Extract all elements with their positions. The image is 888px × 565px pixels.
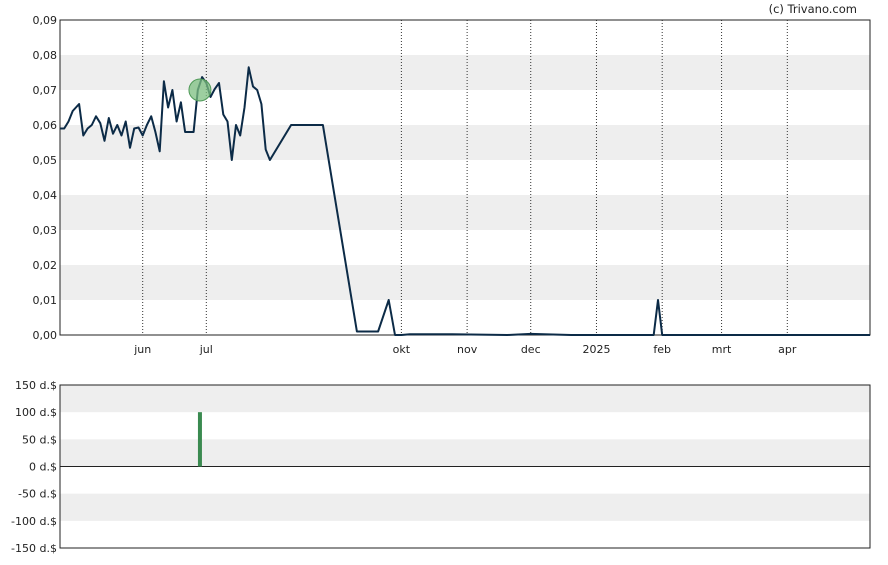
price-band bbox=[60, 195, 870, 230]
x-tick-label: mrt bbox=[712, 343, 732, 356]
y-tick-label: 0,06 bbox=[33, 119, 58, 132]
volume-y-tick-label: 50 d.$ bbox=[22, 433, 57, 446]
volume-bar bbox=[197, 412, 202, 467]
y-tick-label: 0,00 bbox=[33, 329, 58, 342]
volume-y-tick-label: -50 d.$ bbox=[18, 488, 57, 501]
x-tick-label: jun bbox=[133, 343, 151, 356]
price-band bbox=[60, 265, 870, 300]
volume-y-tick-label: -150 d.$ bbox=[11, 542, 57, 555]
volume-y-tick-label: 150 d.$ bbox=[15, 379, 57, 392]
x-tick-label: nov bbox=[457, 343, 478, 356]
chart-canvas: 0,00 0,01 0,02 0,03 0,04 0,05 0,06 0,07 0,08 0,09… bbox=[11, 2, 871, 555]
volume-band bbox=[60, 385, 870, 413]
y-tick-label: 0,01 bbox=[33, 294, 58, 307]
y-tick-label: 0,03 bbox=[33, 224, 58, 237]
volume-y-tick-label: 0 d.$ bbox=[29, 461, 57, 474]
volume-chart: 150 d.$ 100 d.$ 50 d.$ 0 d.$ -50 d.$ -100 d.$… bbox=[11, 379, 871, 555]
y-tick-label: 0,04 bbox=[33, 189, 58, 202]
y-tick-label: 0,02 bbox=[33, 259, 58, 272]
volume-band bbox=[60, 439, 870, 467]
x-tick-label: okt bbox=[393, 343, 411, 356]
price-chart-bands bbox=[60, 55, 870, 300]
volume-chart-bars bbox=[197, 412, 202, 467]
price-chart-y-axis: 0,00 0,01 0,02 0,03 0,04 0,05 0,06 0,07 0,08 0,09 bbox=[33, 14, 58, 342]
trade-marker bbox=[188, 78, 212, 102]
x-tick-label: 2025 bbox=[582, 343, 610, 356]
volume-chart-bands bbox=[60, 385, 870, 521]
credit-text: (c) Trivano.com bbox=[769, 2, 857, 16]
price-chart-markers bbox=[188, 78, 212, 102]
y-tick-label: 0,05 bbox=[33, 154, 58, 167]
x-tick-label: apr bbox=[778, 343, 797, 356]
x-tick-label: feb bbox=[653, 343, 671, 356]
price-chart-x-axis: jun jul okt nov dec 2025 feb mrt apr bbox=[133, 343, 797, 356]
volume-y-tick-label: 100 d.$ bbox=[15, 406, 57, 419]
y-tick-label: 0,07 bbox=[33, 84, 58, 97]
x-tick-label: jul bbox=[199, 343, 213, 356]
x-tick-label: dec bbox=[521, 343, 541, 356]
y-tick-label: 0,09 bbox=[33, 14, 58, 27]
price-band bbox=[60, 125, 870, 160]
volume-band bbox=[60, 493, 870, 521]
y-tick-label: 0,08 bbox=[33, 49, 58, 62]
price-band bbox=[60, 55, 870, 90]
volume-chart-y-axis: 150 d.$ 100 d.$ 50 d.$ 0 d.$ -50 d.$ -100 d.$… bbox=[11, 379, 57, 555]
volume-y-tick-label: -100 d.$ bbox=[11, 515, 57, 528]
price-chart: 0,00 0,01 0,02 0,03 0,04 0,05 0,06 0,07 0,08 0,09… bbox=[33, 14, 871, 356]
